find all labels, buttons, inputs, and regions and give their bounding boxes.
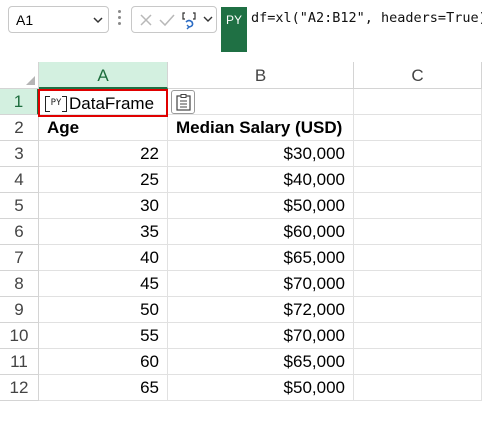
cell-b1[interactable] (168, 89, 354, 115)
salary-cell[interactable]: $30,000 (168, 141, 354, 167)
empty-cell[interactable] (354, 323, 482, 349)
salary-cell[interactable]: $72,000 (168, 297, 354, 323)
column-header-a[interactable]: A (39, 62, 168, 89)
formula-controls (131, 6, 217, 33)
age-cell[interactable]: 60 (39, 349, 168, 375)
table-row: 9 50 $72,000 (0, 297, 482, 323)
age-cell[interactable]: 22 (39, 141, 168, 167)
age-cell[interactable]: 25 (39, 167, 168, 193)
table-row: 3 22 $30,000 (0, 141, 482, 167)
empty-cell[interactable] (354, 167, 482, 193)
row-header[interactable]: 11 (0, 349, 39, 375)
check-icon[interactable] (158, 12, 176, 28)
card-view-icon (176, 94, 191, 111)
formula-input[interactable]: df=xl("A2:B12", headers=True) (251, 10, 482, 26)
empty-cell[interactable] (354, 141, 482, 167)
row-header[interactable]: 5 (0, 193, 39, 219)
age-cell[interactable]: 35 (39, 219, 168, 245)
salary-cell[interactable]: $65,000 (168, 349, 354, 375)
empty-cell[interactable] (354, 297, 482, 323)
column-header-b[interactable]: B (168, 62, 354, 89)
row-header[interactable]: 7 (0, 245, 39, 271)
cell-c1[interactable] (354, 89, 482, 115)
age-cell[interactable]: 65 (39, 375, 168, 401)
active-cell-a1[interactable]: PY DataFrame (38, 89, 168, 117)
table-row: 10 55 $70,000 (0, 323, 482, 349)
select-all-icon (26, 76, 35, 85)
cell-c2[interactable] (354, 115, 482, 141)
column-header-c[interactable]: C (354, 62, 482, 89)
python-badge: PY (221, 7, 247, 52)
row-header[interactable]: 4 (0, 167, 39, 193)
row-header[interactable]: 1 (0, 89, 39, 115)
row-header[interactable]: 6 (0, 219, 39, 245)
table-row: 6 35 $60,000 (0, 219, 482, 245)
name-box[interactable]: A1 (8, 6, 109, 33)
age-cell[interactable]: 45 (39, 271, 168, 297)
row-header[interactable]: 2 (0, 115, 39, 141)
card-view-button[interactable] (171, 90, 195, 114)
row-header[interactable]: 10 (0, 323, 39, 349)
age-cell[interactable]: 40 (39, 245, 168, 271)
row-header[interactable]: 12 (0, 375, 39, 401)
table-row: 11 60 $65,000 (0, 349, 482, 375)
select-all-button[interactable] (0, 62, 39, 89)
formula-bar: A1 PY df=xl("A2:B12", headers=True) (0, 0, 482, 62)
table-row: 8 45 $70,000 (0, 271, 482, 297)
column-headers: A B C (0, 62, 482, 89)
name-box-value[interactable]: A1 (16, 12, 33, 28)
salary-cell[interactable]: $60,000 (168, 219, 354, 245)
empty-cell[interactable] (354, 193, 482, 219)
table-row: 7 40 $65,000 (0, 245, 482, 271)
drag-handle[interactable] (118, 10, 121, 30)
row-2: 2 Age Median Salary (USD) (0, 115, 482, 141)
empty-cell[interactable] (354, 375, 482, 401)
python-dataframe-icon: PY (45, 95, 67, 112)
empty-cell[interactable] (354, 245, 482, 271)
table-row: 5 30 $50,000 (0, 193, 482, 219)
empty-cell[interactable] (354, 349, 482, 375)
chevron-down-icon[interactable] (202, 15, 214, 25)
salary-cell[interactable]: $65,000 (168, 245, 354, 271)
python-function-icon[interactable] (182, 10, 200, 30)
age-cell[interactable]: 30 (39, 193, 168, 219)
salary-cell[interactable]: $70,000 (168, 271, 354, 297)
cell-a2[interactable]: Age (39, 115, 168, 141)
age-cell[interactable]: 50 (39, 297, 168, 323)
salary-cell[interactable]: $50,000 (168, 375, 354, 401)
row-header[interactable]: 8 (0, 271, 39, 297)
close-icon[interactable] (138, 12, 154, 28)
row-header[interactable]: 9 (0, 297, 39, 323)
python-badge-label: PY (226, 13, 243, 27)
salary-cell[interactable]: $50,000 (168, 193, 354, 219)
age-cell[interactable]: 55 (39, 323, 168, 349)
dataframe-label: DataFrame (69, 94, 155, 113)
row-header[interactable]: 3 (0, 141, 39, 167)
table-row: 4 25 $40,000 (0, 167, 482, 193)
empty-cell[interactable] (354, 271, 482, 297)
cell-b2[interactable]: Median Salary (USD) (168, 115, 354, 141)
table-row: 12 65 $50,000 (0, 375, 482, 401)
salary-cell[interactable]: $70,000 (168, 323, 354, 349)
chevron-down-icon[interactable] (92, 14, 104, 26)
salary-cell[interactable]: $40,000 (168, 167, 354, 193)
empty-cell[interactable] (354, 219, 482, 245)
